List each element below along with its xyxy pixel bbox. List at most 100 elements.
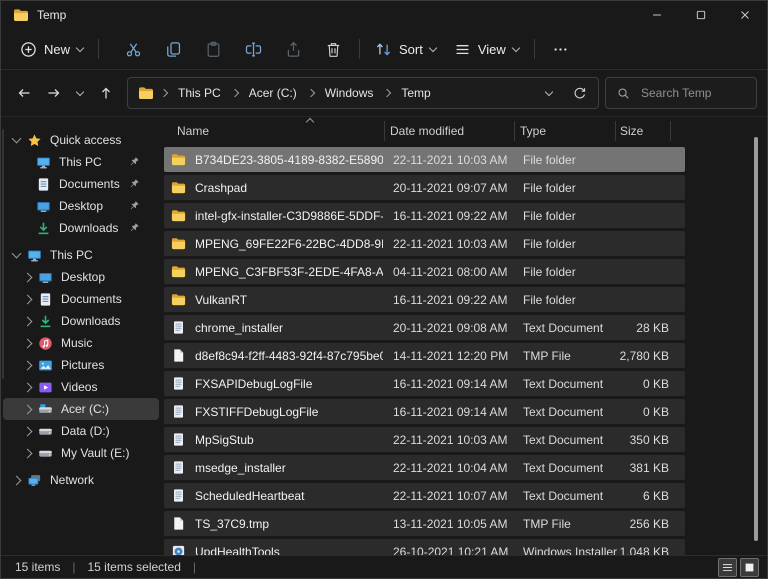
chevron-right-icon[interactable] [23,338,33,348]
sort-button[interactable]: Sort [366,33,445,65]
chevron-right-icon[interactable] [23,294,33,304]
chevron-right-icon[interactable] [12,475,22,485]
file-row[interactable]: Crashpad 20-11-2021 09:07 AM File folder [164,175,685,200]
breadcrumb-acer-c[interactable]: Acer (C:) [245,86,301,100]
maximize-button[interactable] [679,1,723,29]
file-row[interactable]: MpSigStub 22-11-2021 10:03 AM Text Docum… [164,427,685,452]
search-input[interactable] [639,85,746,101]
chevron-right-icon[interactable] [23,272,33,282]
chevron-right-icon[interactable] [23,382,33,392]
rename-button[interactable] [233,33,273,65]
chevron-right-icon[interactable] [23,448,33,458]
plus-circle-icon [20,41,37,58]
sidebar-item-pictures[interactable]: Pictures [3,354,159,376]
more-options-button[interactable] [541,33,581,65]
sidebar-item-music[interactable]: Music [3,332,159,354]
file-row[interactable]: B734DE23-3805-4189-8382-E58906D66A... 22… [164,147,685,172]
delete-button[interactable] [313,33,353,65]
search-box[interactable] [605,77,757,109]
breadcrumb-temp[interactable]: Temp [397,86,434,100]
sidebar-item-label: Acer (C:) [61,402,109,416]
scissors-icon [125,41,142,58]
sidebar-item-desktop[interactable]: Desktop [3,266,159,288]
minimize-icon [650,8,664,22]
sidebar-item-this-pc-pinned[interactable]: This PC [3,151,159,173]
file-size: 6 KB [544,489,669,503]
more-options-icon [552,41,569,58]
column-divider[interactable] [514,121,515,141]
chevron-down-icon[interactable] [12,134,22,144]
column-divider[interactable] [615,121,616,141]
chevron-right-icon[interactable] [23,316,33,326]
back-arrow-icon [16,85,32,101]
column-header-name[interactable]: Name [177,124,209,138]
address-bar: This PC Acer (C:) Windows Temp [1,70,767,117]
file-row[interactable]: ScheduledHeartbeat 22-11-2021 10:07 AM T… [164,483,685,508]
file-row[interactable]: MPENG_C3FBF53F-2EDE-4FA8-AFCB-0B2... 04-… [164,259,685,284]
paste-button[interactable] [193,33,233,65]
network-icon [27,473,42,488]
share-button[interactable] [273,33,313,65]
recent-locations-button[interactable] [69,78,91,108]
sidebar-item-data-d[interactable]: Data (D:) [3,420,159,442]
column-header-size[interactable]: Size [620,124,643,138]
chevron-right-icon [306,89,314,97]
up-button[interactable] [91,78,121,108]
text-document-icon [171,460,186,475]
close-button[interactable] [723,1,767,29]
column-header-date-modified[interactable]: Date modified [390,124,464,138]
large-icons-view-button[interactable] [740,558,759,577]
breadcrumb-windows[interactable]: Windows [321,86,378,100]
file-row[interactable]: TS_37C9.tmp 13-11-2021 10:05 AM TMP File… [164,511,685,536]
file-row[interactable]: VulkanRT 16-11-2021 09:22 AM File folder [164,287,685,312]
vertical-scrollbar[interactable] [754,137,758,541]
copy-button[interactable] [153,33,193,65]
file-row[interactable]: msedge_installer 22-11-2021 10:04 AM Tex… [164,455,685,480]
trash-icon [325,41,342,58]
file-row[interactable]: d8ef8c94-f2ff-4483-92f4-87c795be0d56... … [164,343,685,368]
file-row[interactable]: intel-gfx-installer-C3D9886E-5DDF-48BC..… [164,203,685,228]
minimize-button[interactable] [635,1,679,29]
sidebar-item-documents[interactable]: Documents [3,288,159,310]
status-bar: 15 items | 15 items selected | [1,555,767,578]
back-button[interactable] [9,78,39,108]
file-row[interactable]: UpdHealthTools 26-10-2021 10:21 AM Windo… [164,539,685,556]
column-divider[interactable] [670,121,671,141]
column-divider[interactable] [384,121,385,141]
file-row[interactable]: chrome_installer 20-11-2021 09:08 AM Tex… [164,315,685,340]
address-dropdown-button[interactable] [536,80,562,106]
sidebar-item-this-pc[interactable]: This PC [3,244,159,266]
file-list-pane: Name Date modified Type Size B734DE23-38… [161,115,767,556]
sidebar-item-quick-access[interactable]: Quick access [3,129,159,151]
cut-button[interactable] [113,33,153,65]
sidebar-item-documents-pinned[interactable]: Documents [3,173,159,195]
chevron-right-icon[interactable] [23,404,33,414]
sidebar-item-videos[interactable]: Videos [3,376,159,398]
view-button[interactable]: View [445,33,528,65]
sidebar-item-acer-c[interactable]: Acer (C:) [3,398,159,420]
sidebar-item-downloads[interactable]: Downloads [3,310,159,332]
pictures-icon [38,358,53,373]
sidebar-item-my-vault-e[interactable]: My Vault (E:) [3,442,159,464]
sidebar-item-network[interactable]: Network [3,469,159,491]
sidebar-item-downloads-pinned[interactable]: Downloads [3,217,159,239]
chevron-down-icon[interactable] [12,249,22,259]
file-row[interactable]: FXSTIFFDebugLogFile 16-11-2021 09:14 AM … [164,399,685,424]
column-header-type[interactable]: Type [520,124,546,138]
details-view-button[interactable] [718,558,737,577]
refresh-button[interactable] [566,80,592,106]
breadcrumb[interactable]: This PC Acer (C:) Windows Temp [127,77,599,109]
file-row[interactable]: MPENG_69FE22F6-22BC-4DD8-9B54-B57... 22-… [164,231,685,256]
chevron-right-icon[interactable] [23,426,33,436]
breadcrumb-this-pc[interactable]: This PC [174,86,225,100]
file-row[interactable]: FXSAPIDebugLogFile 16-11-2021 09:14 AM T… [164,371,685,396]
forward-button[interactable] [39,78,69,108]
up-arrow-icon [98,85,114,101]
file-name: FXSAPIDebugLogFile [195,377,312,391]
new-button[interactable]: New [11,33,92,65]
sidebar-item-label: Desktop [59,199,103,213]
file-date: 20-11-2021 09:07 AM [393,181,508,195]
sidebar-item-label: Data (D:) [61,424,110,438]
sidebar-item-desktop-pinned[interactable]: Desktop [3,195,159,217]
chevron-right-icon[interactable] [23,360,33,370]
